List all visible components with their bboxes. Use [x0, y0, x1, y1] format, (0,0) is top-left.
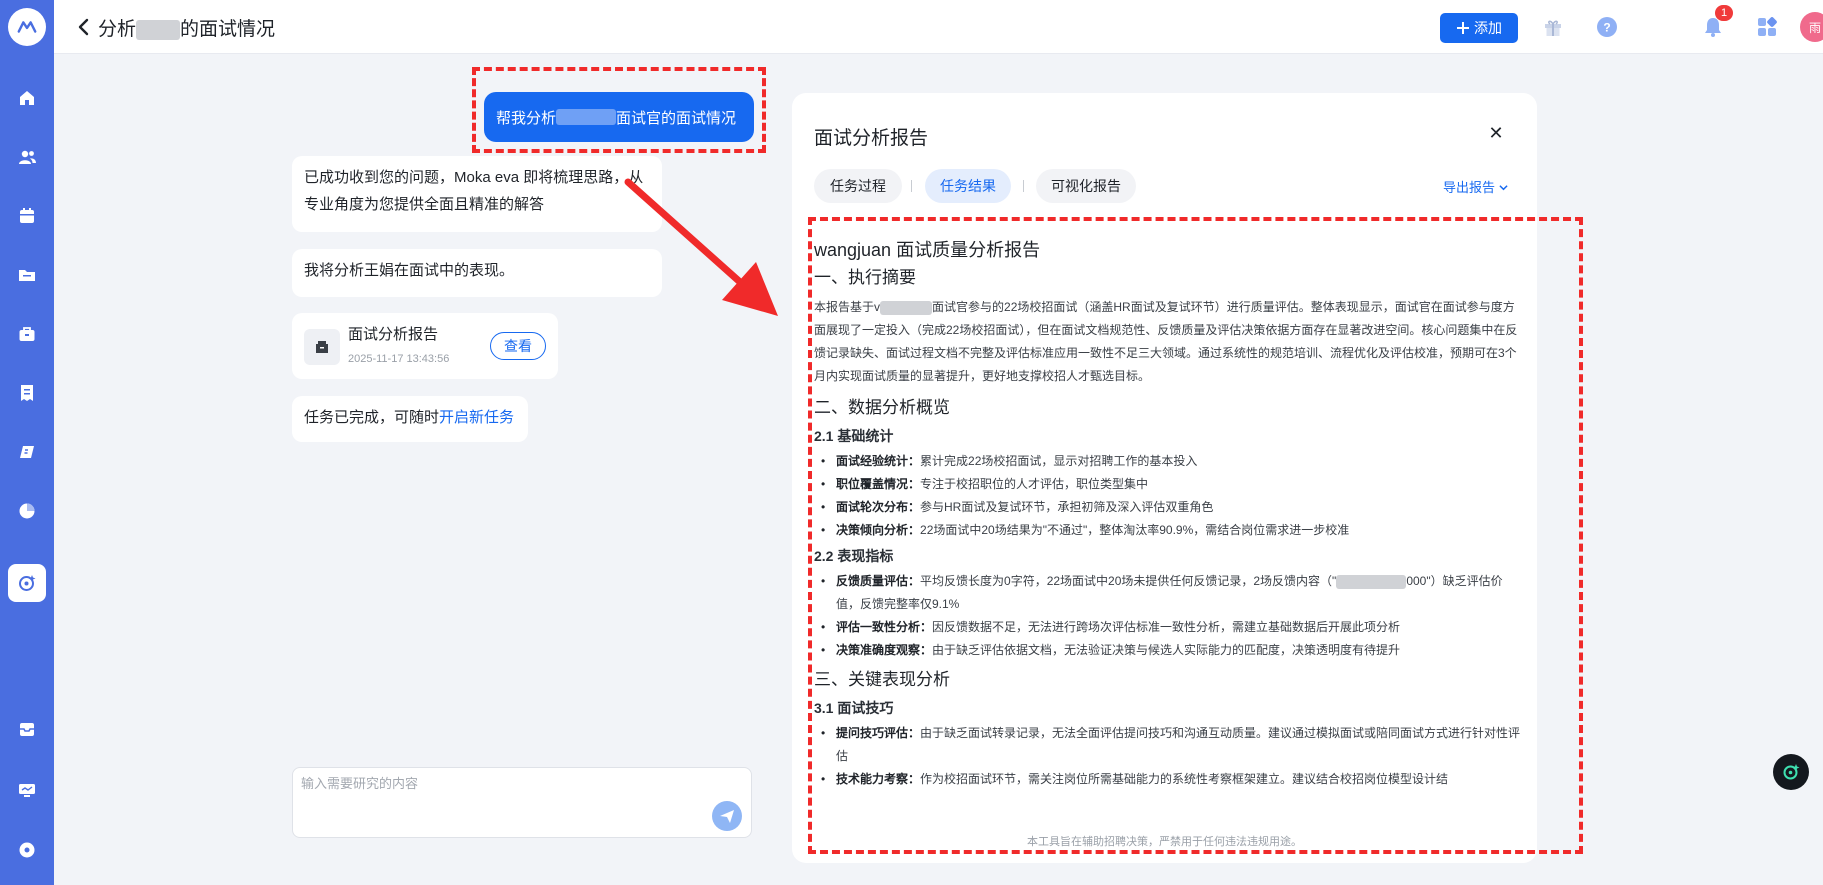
tab-divider	[911, 180, 912, 192]
book-icon[interactable]	[13, 438, 41, 466]
help-icon[interactable]: ?	[1595, 15, 1619, 39]
document-icon	[304, 329, 340, 365]
research-input[interactable]	[301, 776, 681, 791]
report-card-title: 面试分析报告	[348, 326, 439, 343]
view-report-button[interactable]: 查看	[490, 332, 546, 360]
gift-icon[interactable]	[1541, 15, 1565, 39]
panel-title: 面试分析报告	[814, 128, 929, 149]
apps-grid-icon[interactable]	[1755, 15, 1779, 39]
task-done-text: 任务已完成，可随时	[304, 409, 440, 426]
moka-logo[interactable]	[8, 8, 46, 46]
top-header: 分析 的面试情况 添加 ? 1 雨	[54, 0, 1823, 54]
report-card[interactable]: 面试分析报告 2025-11-17 13:43:56 查看	[292, 313, 558, 379]
user-message-suffix: 面试官的面试情况	[616, 109, 737, 127]
close-icon[interactable]: ✕	[1485, 122, 1507, 144]
add-button-label: 添加	[1474, 20, 1502, 36]
receipt-icon[interactable]	[13, 379, 41, 407]
monitor-icon[interactable]	[13, 776, 41, 804]
ai-assistant-fab[interactable]	[1773, 754, 1809, 790]
tab-visual-report[interactable]: 可视化报告	[1036, 169, 1136, 203]
report-card-time: 2025-11-17 13:43:56	[348, 353, 450, 365]
user-message: 帮我分析 面试官的面试情况	[484, 92, 754, 142]
redacted-name	[556, 109, 617, 125]
export-report-label: 导出报告	[1443, 180, 1496, 195]
user-message-prefix: 帮我分析	[496, 109, 557, 127]
chevron-down-icon	[1499, 185, 1508, 191]
new-task-link[interactable]: 开启新任务	[439, 409, 514, 426]
chat-input-box[interactable]	[292, 767, 752, 838]
redacted-name	[136, 19, 181, 40]
sidebar	[0, 0, 54, 885]
disc-icon[interactable]	[13, 836, 41, 864]
page-title-suffix: 的面试情况	[180, 19, 276, 40]
ai-assistant-icon[interactable]	[8, 564, 46, 602]
tab-task-result[interactable]: 任务结果	[925, 169, 1011, 203]
pie-chart-icon[interactable]	[13, 497, 41, 525]
task-done-message: 任务已完成，可随时开启新任务	[292, 396, 528, 442]
tab-task-process[interactable]: 任务过程	[814, 169, 902, 203]
inbox-icon[interactable]	[13, 715, 41, 743]
send-button[interactable]	[712, 801, 742, 831]
send-icon	[720, 810, 734, 823]
assistant-reply-1: 已成功收到您的问题，Moka eva 即将梳理思路，从专业角度为您提供全面且精准…	[292, 156, 662, 232]
folder-icon[interactable]	[13, 261, 41, 289]
home-icon[interactable]	[13, 84, 41, 112]
notification-badge: 1	[1715, 5, 1733, 21]
svg-text:?: ?	[1603, 21, 1610, 35]
back-arrow-icon[interactable]	[74, 17, 94, 37]
page-title-prefix: 分析	[98, 19, 137, 40]
page-scrollbar[interactable]	[1810, 54, 1823, 885]
export-report-dropdown[interactable]: 导出报告	[1443, 177, 1508, 196]
plus-icon	[1457, 22, 1469, 34]
page-title: 分析 的面试情况	[98, 14, 275, 41]
assistant-reply-2: 我将分析王娟在面试中的表现。	[292, 249, 662, 297]
calendar-icon[interactable]	[13, 202, 41, 230]
people-icon[interactable]	[13, 143, 41, 171]
highlight-frame-report	[808, 217, 1583, 854]
tab-divider	[1023, 180, 1024, 192]
add-button[interactable]: 添加	[1440, 13, 1518, 43]
briefcase-icon[interactable]	[13, 320, 41, 348]
user-avatar[interactable]: 雨	[1800, 12, 1823, 42]
ai-assistant-icon	[1783, 764, 1800, 780]
